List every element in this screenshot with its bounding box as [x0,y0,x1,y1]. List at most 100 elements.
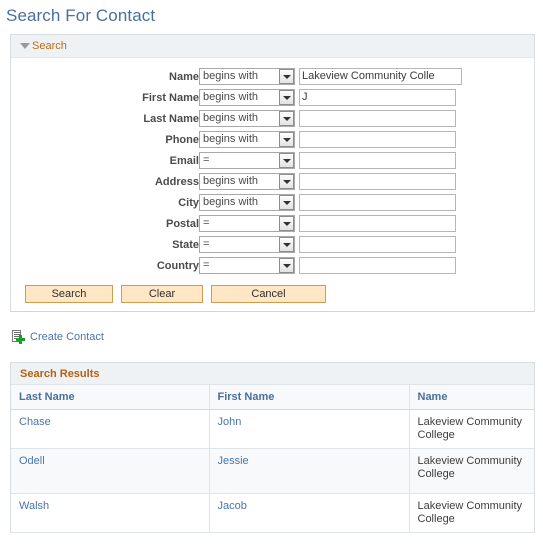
criteria-operator-cell: begins with [199,171,299,192]
cell-first-name: Jacob [209,493,410,533]
search-action-buttons: Search Clear Cancel [25,285,534,303]
operator-value: begins with [203,133,259,145]
criteria-label-country: Country [156,259,199,272]
input-email[interactable] [299,152,456,169]
chevron-down-icon[interactable] [279,174,294,189]
operator-select-country[interactable]: = [199,257,295,274]
operator-value: begins with [203,112,259,124]
operator-value: begins with [203,91,259,103]
operator-value: begins with [203,175,259,187]
operator-select-email[interactable]: = [199,152,295,169]
criteria-operator-cell: begins with [199,108,299,129]
cell-last-name: Walsh [11,493,210,533]
operator-value: begins with [203,70,259,82]
criteria-label-name: Name [169,70,199,83]
clear-button[interactable]: Clear [121,285,203,303]
document-add-icon [11,329,25,345]
chevron-down-icon[interactable] [279,111,294,126]
chevron-down-icon[interactable] [279,195,294,210]
last-name-link[interactable]: Chase [19,416,51,428]
chevron-down-icon[interactable] [279,216,294,231]
last-name-link[interactable]: Walsh [19,500,49,512]
first-name-link[interactable]: John [218,416,242,428]
last-name-link[interactable]: Odell [19,455,45,467]
criteria-operator-cell: begins with [199,87,299,108]
chevron-down-icon[interactable] [279,132,294,147]
input-postal[interactable] [299,215,456,232]
criteria-operator-cell: = [199,234,299,255]
criteria-operator-cell: begins with [199,192,299,213]
cell-last-name: Odell [11,448,210,494]
table-row: Walsh Jacob Lakeview Community College [11,493,534,533]
criteria-value-cell [299,192,462,213]
chevron-down-icon[interactable] [279,153,294,168]
input-city[interactable] [299,194,456,211]
search-button[interactable]: Search [25,285,113,303]
search-criteria-table: Name begins with Lakeview Community Colle F… [11,66,462,276]
search-panel-label: Search [32,40,67,52]
criteria-operator-cell: = [199,213,299,234]
criteria-row: State = [11,234,462,255]
table-header-row: Last Name First Name Name [11,385,534,410]
operator-select-address[interactable]: begins with [199,173,295,190]
cell-first-name: Jessie [209,448,410,494]
page-title: Search For Contact [6,6,156,25]
operator-select-name[interactable]: begins with [199,68,295,85]
chevron-down-icon[interactable] [279,90,294,105]
criteria-operator-cell: = [199,255,299,276]
criteria-label-last-name: Last Name [143,112,199,125]
input-state[interactable] [299,236,456,253]
column-header-last-name[interactable]: Last Name [11,385,210,410]
table-row: Odell Jessie Lakeview Community College [11,448,534,494]
input-address[interactable] [299,173,456,190]
operator-select-state[interactable]: = [199,236,295,253]
search-results-header: Search Results [11,363,534,385]
create-contact-link[interactable]: Create Contact [30,331,104,343]
operator-value: = [203,259,210,271]
chevron-down-icon[interactable] [279,69,294,84]
cell-name: Lakeview Community College [409,409,534,449]
operator-value: begins with [203,196,259,208]
operator-select-city[interactable]: begins with [199,194,295,211]
criteria-label-city: City [178,196,199,209]
operator-value: = [203,154,210,166]
criteria-operator-cell: begins with [199,66,299,87]
cell-last-name: Chase [11,409,210,449]
chevron-down-icon[interactable] [279,258,294,273]
input-name[interactable]: Lakeview Community Colle [299,68,462,85]
input-last-name[interactable] [299,110,456,127]
search-results-panel: Search Results Last Name First Name Name… [10,362,535,533]
criteria-label-state: State [172,238,199,251]
table-row: Chase John Lakeview Community College [11,409,534,449]
criteria-row: City begins with [11,192,462,213]
operator-select-postal[interactable]: = [199,215,295,232]
criteria-value-cell [299,234,462,255]
operator-select-first-name[interactable]: begins with [199,89,295,106]
chevron-down-icon[interactable] [279,237,294,252]
cell-first-name: John [209,409,410,449]
input-phone[interactable] [299,131,456,148]
criteria-label-first-name: First Name [142,91,199,104]
search-panel-header[interactable]: Search [11,35,534,58]
create-contact-row[interactable]: Create Contact [11,328,543,346]
input-country[interactable] [299,257,456,274]
criteria-value-cell: Lakeview Community Colle [299,66,462,87]
criteria-row: Address begins with [11,171,462,192]
criteria-row: Name begins with Lakeview Community Colle [11,66,462,87]
cancel-button[interactable]: Cancel [211,285,326,303]
criteria-value-cell [299,255,462,276]
first-name-link[interactable]: Jessie [218,455,249,467]
criteria-label-phone: Phone [165,133,199,146]
column-header-name[interactable]: Name [409,385,534,410]
triangle-down-icon[interactable] [20,43,30,49]
criteria-row: Email = [11,150,462,171]
operator-select-last-name[interactable]: begins with [199,110,295,127]
operator-select-phone[interactable]: begins with [199,131,295,148]
input-first-name[interactable]: J [299,89,456,106]
first-name-link[interactable]: Jacob [218,500,247,512]
column-header-first-name[interactable]: First Name [209,385,410,410]
search-panel-body: Name begins with Lakeview Community Colle F… [11,58,534,311]
cell-name: Lakeview Community College [409,493,534,533]
criteria-operator-cell: = [199,150,299,171]
criteria-label-email: Email [169,154,199,167]
